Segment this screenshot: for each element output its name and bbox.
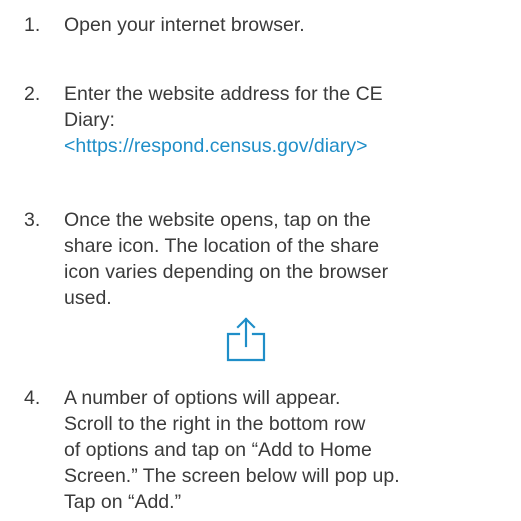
- step-text: A number of options will appear. Scroll …: [64, 385, 504, 515]
- step-line: icon varies depending on the browser: [64, 261, 389, 283]
- step-line: Scroll to the right in the bottom row: [64, 413, 366, 435]
- step-line: Screen.” The screen below will pop up.: [64, 465, 400, 487]
- step-line: Enter the website address for the CE: [64, 83, 383, 105]
- share-icon: [226, 317, 266, 362]
- step-number: 1.: [24, 14, 41, 36]
- step-line: Tap on “Add.”: [64, 491, 182, 513]
- step-line: Diary:: [64, 109, 115, 131]
- step-line: A number of options will appear.: [64, 387, 341, 409]
- step-number: 4.: [24, 387, 41, 409]
- step-line: of options and tap on “Add to Home: [64, 439, 372, 461]
- step-line: share icon. The location of the share: [64, 235, 380, 257]
- step-number: 2.: [24, 83, 41, 105]
- step-line: Once the website opens, tap on the: [64, 209, 371, 231]
- step-text: Once the website opens, tap on the share…: [64, 207, 504, 311]
- step-text: Enter the website address for the CE Dia…: [64, 81, 504, 159]
- step-number: 3.: [24, 209, 41, 231]
- step-text: Open your internet browser.: [64, 12, 504, 38]
- step-line: used.: [64, 287, 112, 309]
- step-line: Open your internet browser.: [64, 14, 305, 36]
- diary-website-link[interactable]: <https://respond.census.gov/diary>: [64, 133, 504, 159]
